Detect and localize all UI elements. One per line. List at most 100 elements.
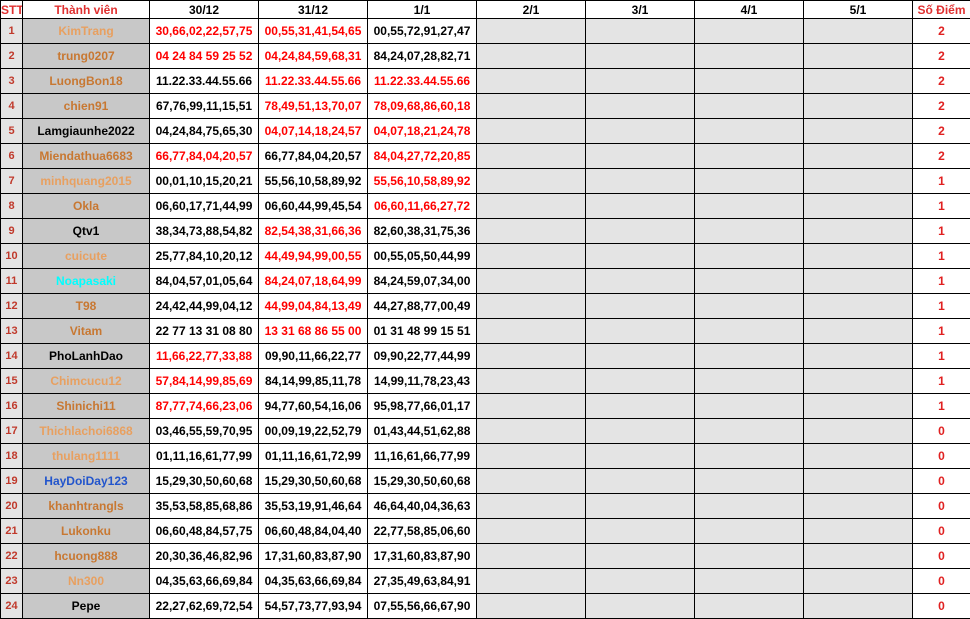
empty-cell (694, 268, 804, 294)
prediction-cell: 11,16,61,66,77,99 (367, 443, 477, 469)
member-name: Lukonku (22, 518, 150, 544)
table-row: 9 Qtv1 38,34,73,88,54,82 82,54,38,31,66,36 8… (0, 218, 970, 244)
prediction-cell: 22,27,62,69,72,54 (149, 593, 259, 619)
empty-cell (476, 68, 586, 94)
header-date-4: 2/1 (476, 0, 586, 19)
empty-cell (585, 593, 695, 619)
empty-cell (585, 343, 695, 369)
prediction-cell: 04,35,63,66,69,84 (149, 568, 259, 594)
empty-cell (585, 268, 695, 294)
prediction-cell: 01,11,16,61,72,99 (258, 443, 368, 469)
empty-cell (694, 543, 804, 569)
table-row: 2 trung0207 04 24 84 59 25 52 04,24,84,59,6… (0, 43, 970, 69)
empty-cell (803, 493, 913, 519)
empty-cell (803, 193, 913, 219)
prediction-cell: 44,27,88,77,00,49 (367, 293, 477, 319)
table-row: 23 Nn300 04,35,63,66,69,84 04,35,63,66,69,8… (0, 568, 970, 594)
empty-cell (585, 393, 695, 419)
row-number: 9 (0, 218, 23, 244)
prediction-cell: 15,29,30,50,60,68 (367, 468, 477, 494)
prediction-cell: 03,46,55,59,70,95 (149, 418, 259, 444)
empty-cell (476, 368, 586, 394)
empty-cell (803, 143, 913, 169)
prediction-cell: 84,04,57,01,05,64 (149, 268, 259, 294)
table-row: 10 cuicute 25,77,84,10,20,12 44,49,94,99,00… (0, 243, 970, 269)
results-table: STT Thành viên 30/12 31/12 1/1 2/1 3/1 4… (0, 0, 970, 619)
header-row: STT Thành viên 30/12 31/12 1/1 2/1 3/1 4… (0, 0, 970, 19)
row-number: 11 (0, 268, 23, 294)
empty-cell (803, 68, 913, 94)
prediction-cell: 67,76,99,11,15,51 (149, 93, 259, 119)
prediction-cell: 84,14,99,85,11,78 (258, 368, 368, 394)
empty-cell (803, 518, 913, 544)
empty-cell (803, 418, 913, 444)
score-cell: 1 (912, 218, 970, 244)
empty-cell (694, 293, 804, 319)
empty-cell (803, 168, 913, 194)
score-cell: 1 (912, 193, 970, 219)
row-number: 12 (0, 293, 23, 319)
empty-cell (476, 143, 586, 169)
row-number: 15 (0, 368, 23, 394)
empty-cell (585, 43, 695, 69)
header-date-5: 3/1 (585, 0, 695, 19)
member-name: Nn300 (22, 568, 150, 594)
prediction-cell: 00,01,10,15,20,21 (149, 168, 259, 194)
prediction-cell: 66,77,84,04,20,57 (258, 143, 368, 169)
table-row: 1 KimTrang 30,66,02,22,57,75 00,55,31,41,54… (0, 18, 970, 44)
row-number: 4 (0, 93, 23, 119)
empty-cell (476, 418, 586, 444)
prediction-cell: 04,07,14,18,24,57 (258, 118, 368, 144)
score-cell: 0 (912, 518, 970, 544)
empty-cell (476, 18, 586, 44)
prediction-cell: 55,56,10,58,89,92 (367, 168, 477, 194)
empty-cell (803, 368, 913, 394)
prediction-cell: 00,55,05,50,44,99 (367, 243, 477, 269)
score-cell: 0 (912, 468, 970, 494)
score-cell: 2 (912, 143, 970, 169)
empty-cell (694, 318, 804, 344)
prediction-cell: 38,34,73,88,54,82 (149, 218, 259, 244)
empty-cell (694, 243, 804, 269)
empty-cell (694, 143, 804, 169)
table-row: 20 khanhtrangls 35,53,58,85,68,86 35,53,19,… (0, 493, 970, 519)
table-row: 3 LuongBon18 11.22.33.44.55.66 11.22.33.44.… (0, 68, 970, 94)
empty-cell (585, 168, 695, 194)
score-cell: 0 (912, 443, 970, 469)
prediction-cell: 09,90,22,77,44,99 (367, 343, 477, 369)
empty-cell (476, 343, 586, 369)
prediction-cell: 04,35,63,66,69,84 (258, 568, 368, 594)
prediction-cell: 11.22.33.44.55.66 (258, 68, 368, 94)
prediction-cell: 01,43,44,51,62,88 (367, 418, 477, 444)
empty-cell (694, 368, 804, 394)
score-cell: 1 (912, 168, 970, 194)
empty-cell (585, 293, 695, 319)
empty-cell (476, 593, 586, 619)
empty-cell (585, 243, 695, 269)
header-date-3: 1/1 (367, 0, 477, 19)
score-cell: 1 (912, 318, 970, 344)
score-cell: 2 (912, 18, 970, 44)
empty-cell (803, 318, 913, 344)
empty-cell (803, 393, 913, 419)
empty-cell (694, 68, 804, 94)
empty-cell (694, 468, 804, 494)
empty-cell (476, 518, 586, 544)
table-row: 12 T98 24,42,44,99,04,12 44,99,04,84,13,49 4… (0, 293, 970, 319)
empty-cell (585, 443, 695, 469)
empty-cell (585, 193, 695, 219)
score-cell: 1 (912, 268, 970, 294)
row-number: 1 (0, 18, 23, 44)
prediction-cell: 04 24 84 59 25 52 (149, 43, 259, 69)
empty-cell (694, 493, 804, 519)
table-row: 5 Lamgiaunhe2022 04,24,84,75,65,30 04,07,14… (0, 118, 970, 144)
table-row: 15 Chimcucu12 57,84,14,99,85,69 84,14,99,85… (0, 368, 970, 394)
member-name: Chimcucu12 (22, 368, 150, 394)
member-name: LuongBon18 (22, 68, 150, 94)
empty-cell (476, 393, 586, 419)
row-number: 3 (0, 68, 23, 94)
empty-cell (803, 568, 913, 594)
prediction-cell: 11.22.33.44.55.66 (149, 68, 259, 94)
empty-cell (694, 93, 804, 119)
row-number: 16 (0, 393, 23, 419)
